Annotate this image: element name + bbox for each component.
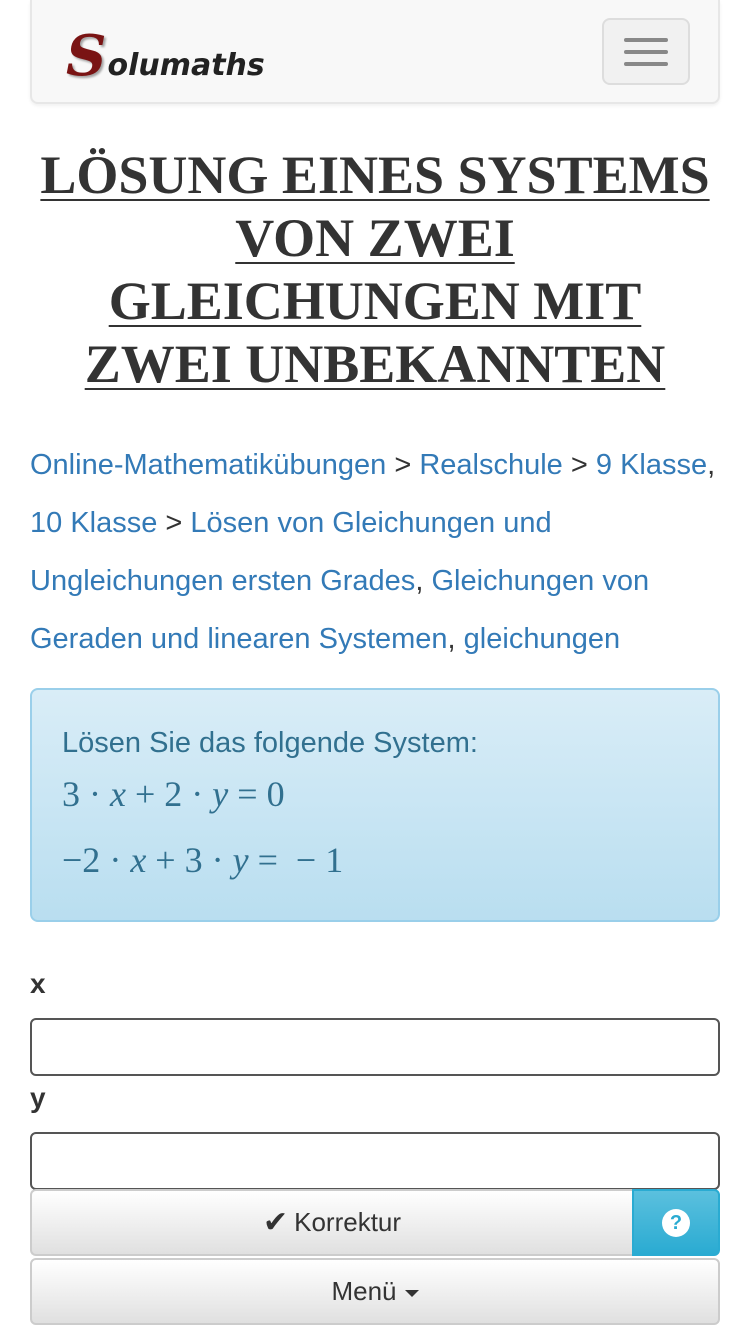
caret-down-icon [404, 1290, 419, 1297]
breadcrumb: Online-Mathematikübungen > Realschule > … [30, 436, 725, 668]
breadcrumb-link-realschule[interactable]: Realschule [419, 449, 562, 481]
hamburger-menu-icon-bar [624, 49, 668, 54]
logo-initial: S [66, 23, 107, 89]
y-label: y [30, 1082, 46, 1113]
breadcrumb-separator: , [415, 565, 432, 597]
menu-button-label: Menü [331, 1276, 397, 1306]
breadcrumb-separator: > [386, 449, 420, 481]
breadcrumb-link-gleichungen[interactable]: gleichungen [464, 623, 620, 655]
breadcrumb-link-9-klasse[interactable]: 9 Klasse [596, 449, 707, 481]
page-title: LÖSUNG EINES SYSTEMS VON ZWEI GLEICHUNGE… [40, 145, 710, 394]
breadcrumb-link-10-klasse[interactable]: 10 Klasse [30, 507, 157, 539]
hamburger-menu-button[interactable] [602, 18, 690, 85]
solumaths-logo[interactable]: S olumaths [66, 28, 265, 84]
breadcrumb-link-online-mathematikuebungen[interactable]: Online-Mathematikübungen [30, 449, 386, 481]
breadcrumb-separator: , [707, 449, 716, 481]
correction-button[interactable]: ✔ Korrektur [30, 1189, 632, 1256]
x-label: x [30, 968, 46, 999]
breadcrumb-separator: , [447, 623, 464, 655]
question-circle-icon: ? [662, 1208, 690, 1237]
menu-button[interactable]: Menü [30, 1258, 720, 1325]
navbar: S olumaths [30, 0, 720, 104]
hamburger-menu-icon [624, 37, 668, 42]
breadcrumb-separator: > [562, 449, 596, 481]
correction-button-label: Korrektur [294, 1207, 402, 1237]
action-button-group: ✔ Korrektur ? [30, 1189, 720, 1256]
logo-text: olumaths [107, 48, 265, 83]
x-input[interactable] [30, 1018, 720, 1076]
breadcrumb-separator: > [157, 507, 191, 539]
exercise-prompt: Lösen Sie das folgende System: [62, 727, 478, 759]
y-input[interactable] [30, 1132, 720, 1190]
check-icon: ✔ [262, 1205, 289, 1239]
hamburger-menu-icon-bar [624, 61, 668, 66]
exercise-box: Lösen Sie das folgende System: 3 · x + 2… [30, 688, 720, 922]
equation-1: 3 · x + 2 · y = 0 [62, 774, 285, 814]
equation-2: −2 · x + 3 · y = − 1 [62, 840, 344, 880]
help-button[interactable]: ? [632, 1189, 720, 1256]
